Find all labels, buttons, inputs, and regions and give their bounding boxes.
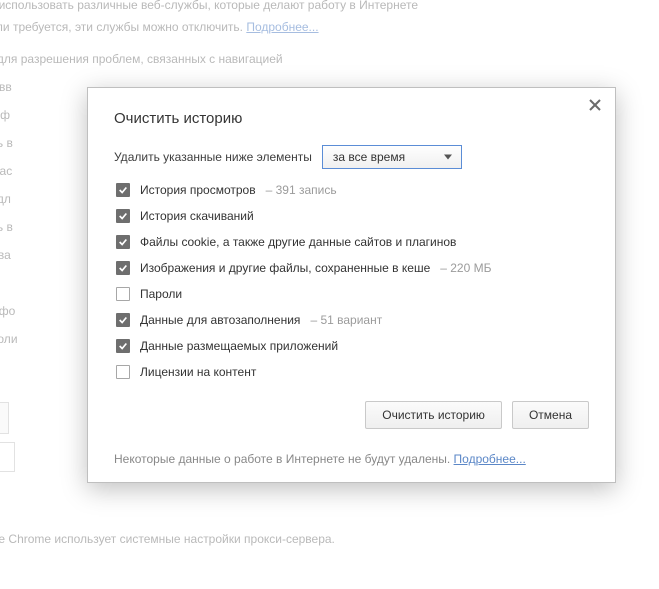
item-hosted-apps: Данные размещаемых приложений <box>116 339 589 353</box>
cancel-button[interactable]: Отмена <box>512 401 589 429</box>
item-label: История просмотров <box>140 183 256 197</box>
time-range-select[interactable]: за все время <box>322 145 462 169</box>
dialog-footer: Некоторые данные о работе в Интернете не… <box>114 451 589 466</box>
checkbox-browsing-history[interactable] <box>116 183 130 197</box>
checkbox-cookies[interactable] <box>116 235 130 249</box>
close-button[interactable] <box>585 96 605 116</box>
item-cookies: Файлы cookie, а также другие данные сайт… <box>116 235 589 249</box>
item-suffix: – 51 вариант <box>310 313 382 327</box>
range-label: Удалить указанные ниже элементы <box>114 150 312 164</box>
item-suffix: – 220 МБ <box>440 261 491 275</box>
clear-history-dialog: Очистить историю Удалить указанные ниже … <box>87 87 616 483</box>
item-passwords: Пароли <box>116 287 589 301</box>
item-label: История скачиваний <box>140 209 254 223</box>
dialog-title: Очистить историю <box>114 110 589 127</box>
checkbox-content-licenses[interactable] <box>116 365 130 379</box>
item-autofill: Данные для автозаполнения – 51 вариант <box>116 313 589 327</box>
item-content-licenses: Лицензии на контент <box>116 365 589 379</box>
item-download-history: История скачиваний <box>116 209 589 223</box>
item-browsing-history: История просмотров – 391 запись <box>116 183 589 197</box>
checkbox-passwords[interactable] <box>116 287 130 301</box>
close-icon <box>589 99 601 114</box>
item-label: Данные размещаемых приложений <box>140 339 338 353</box>
checkbox-hosted-apps[interactable] <box>116 339 130 353</box>
item-cache: Изображения и другие файлы, сохраненные … <box>116 261 589 275</box>
checkbox-download-history[interactable] <box>116 209 130 223</box>
clear-items-list: История просмотров – 391 запись История … <box>116 183 589 379</box>
item-label: Файлы cookie, а также другие данные сайт… <box>140 235 456 249</box>
footer-learn-more-link[interactable]: Подробнее... <box>454 452 526 466</box>
checkbox-autofill[interactable] <box>116 313 130 327</box>
item-label: Пароли <box>140 287 182 301</box>
item-label: Данные для автозаполнения <box>140 313 300 327</box>
item-label: Лицензии на контент <box>140 365 256 379</box>
checkbox-cache[interactable] <box>116 261 130 275</box>
item-label: Изображения и другие файлы, сохраненные … <box>140 261 430 275</box>
confirm-clear-button[interactable]: Очистить историю <box>365 401 502 429</box>
item-suffix: – 391 запись <box>266 183 337 197</box>
